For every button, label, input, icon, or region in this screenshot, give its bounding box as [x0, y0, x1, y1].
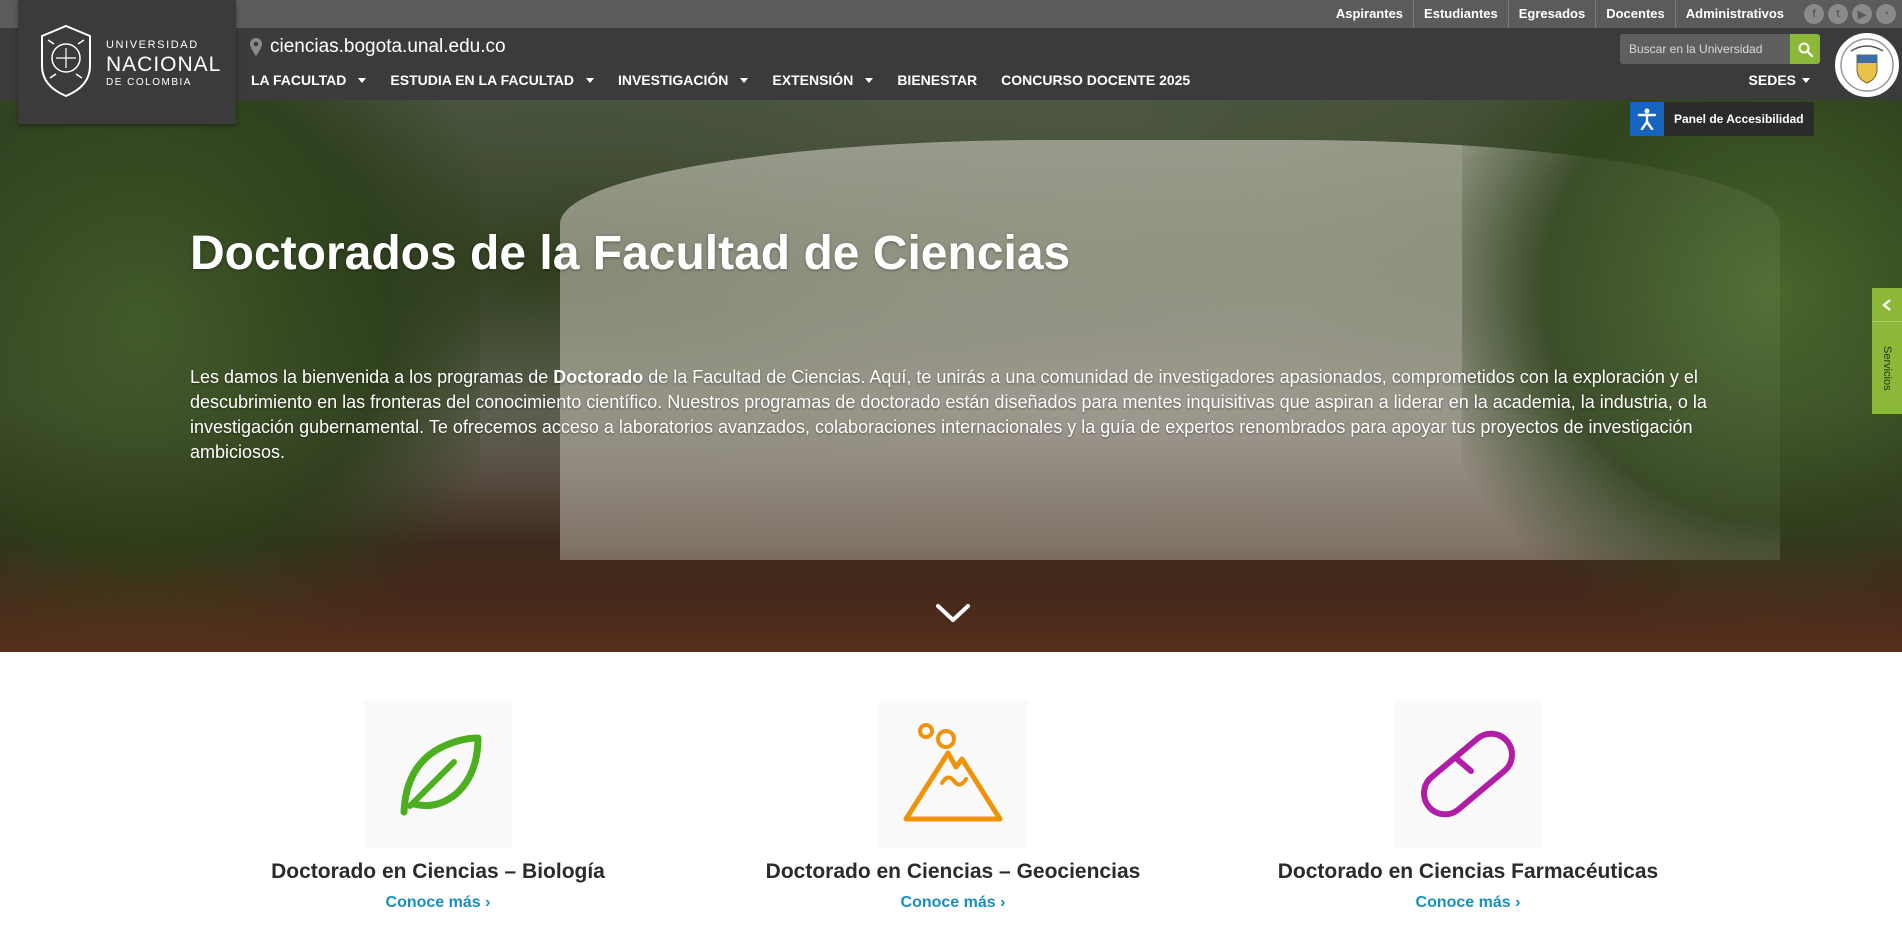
- rss-icon[interactable]: ◔: [1876, 4, 1896, 24]
- chevron-down-icon: [865, 77, 874, 83]
- nav-bienestar[interactable]: BIENESTAR: [897, 72, 977, 88]
- hero-description: Les damos la bienvenida a los programas …: [190, 365, 1710, 465]
- search-icon: [1798, 42, 1813, 57]
- program-cards: Doctorado en Ciencias – Biología Conoce …: [0, 700, 1902, 940]
- link-docentes[interactable]: Docentes: [1595, 0, 1675, 28]
- logo-wordmark: UNIVERSIDAD NACIONAL DE COLOMBIA: [106, 40, 221, 88]
- top-utility-bar: Aspirantes Estudiantes Egresados Docente…: [0, 0, 1902, 28]
- program-card-farmaceuticas: Doctorado en Ciencias Farmacéuticas Cono…: [1258, 700, 1678, 912]
- program-card-geociencias: Doctorado en Ciencias – Geociencias Cono…: [743, 700, 1163, 912]
- hero-text-part: Les damos la bienvenida a los programas …: [190, 367, 554, 387]
- chevron-down-icon: [1802, 77, 1810, 83]
- servicios-label: Servicios: [1881, 345, 1893, 391]
- chevron-down-icon: [585, 77, 594, 83]
- nav-label: LA FACULTAD: [251, 72, 347, 88]
- program-card-biologia: Doctorado en Ciencias – Biología Conoce …: [228, 700, 648, 912]
- logo-line1: UNIVERSIDAD: [106, 39, 199, 51]
- program-link[interactable]: Conoce más ›: [1416, 894, 1521, 912]
- program-icon-box: [1394, 700, 1542, 848]
- university-seal-icon: [41, 24, 91, 98]
- nav-estudia[interactable]: ESTUDIA EN LA FACULTAD: [390, 72, 594, 88]
- site-url-text: ciencias.bogota.unal.edu.co: [270, 36, 506, 57]
- nav-label: ESTUDIA EN LA FACULTAD: [390, 72, 574, 88]
- nav-investigacion[interactable]: INVESTIGACIÓN: [617, 72, 749, 88]
- accessibility-icon: [1630, 102, 1664, 136]
- youtube-icon[interactable]: ▶: [1852, 4, 1872, 24]
- sedes-dropdown[interactable]: SEDES: [1749, 72, 1810, 88]
- servicios-side-tab[interactable]: Servicios: [1872, 288, 1902, 414]
- program-link[interactable]: Conoce más ›: [386, 894, 491, 912]
- hero-floor: [0, 542, 1902, 652]
- nav-extension[interactable]: EXTENSIÓN: [772, 72, 874, 88]
- sedes-label: SEDES: [1748, 72, 1796, 88]
- link-administrativos[interactable]: Administrativos: [1674, 0, 1794, 28]
- program-title[interactable]: Doctorado en Ciencias – Biología: [228, 860, 648, 884]
- site-url[interactable]: ciencias.bogota.unal.edu.co: [250, 36, 506, 58]
- logo-line2: NACIONAL: [106, 53, 222, 76]
- chevron-down-icon[interactable]: [935, 602, 971, 624]
- volcano-icon: [903, 723, 1003, 822]
- accessibility-panel-button[interactable]: Panel de Accesibilidad: [1630, 102, 1814, 136]
- chevron-left-icon: [1872, 288, 1902, 322]
- pill-icon: [1421, 730, 1515, 818]
- social-links: f t ▶ ◔: [1804, 4, 1896, 24]
- audience-links: Aspirantes Estudiantes Egresados Docente…: [1326, 0, 1794, 28]
- hero-banner: Doctorados de la Facultad de Ciencias Le…: [0, 100, 1902, 652]
- search-input[interactable]: [1620, 34, 1790, 64]
- program-icon-box: [364, 700, 512, 848]
- logo-line3: DE COLOMBIA: [106, 77, 192, 88]
- program-title[interactable]: Doctorado en Ciencias – Geociencias: [743, 860, 1163, 884]
- nav-label: CONCURSO DOCENTE 2025: [1001, 72, 1191, 88]
- search-box: [1620, 34, 1820, 64]
- facebook-icon[interactable]: f: [1804, 4, 1824, 24]
- nav-label: BIENESTAR: [897, 72, 978, 88]
- program-link[interactable]: Conoce más ›: [901, 894, 1006, 912]
- nav-label: INVESTIGACIÓN: [617, 72, 729, 88]
- nav-la-facultad[interactable]: LA FACULTAD: [251, 72, 367, 88]
- colombia-coat-of-arms-icon[interactable]: [1832, 30, 1902, 100]
- search-button[interactable]: [1790, 34, 1820, 64]
- coat-of-arms-graphic: [1840, 38, 1894, 92]
- chevron-down-icon: [740, 77, 749, 83]
- hero-title: Doctorados de la Facultad de Ciencias: [190, 227, 1071, 280]
- program-icon-box: [879, 700, 1027, 848]
- link-aspirantes[interactable]: Aspirantes: [1326, 0, 1413, 28]
- chevron-down-icon: [358, 77, 367, 83]
- link-estudiantes[interactable]: Estudiantes: [1413, 0, 1508, 28]
- nav-label: EXTENSIÓN: [772, 72, 854, 88]
- hero-text-bold: Doctorado: [553, 367, 644, 387]
- nav-concurso-docente[interactable]: CONCURSO DOCENTE 2025: [1001, 72, 1190, 88]
- twitter-icon[interactable]: t: [1828, 4, 1848, 24]
- university-logo[interactable]: UNIVERSIDAD NACIONAL DE COLOMBIA: [18, 0, 236, 124]
- main-nav: LA FACULTAD ESTUDIA EN LA FACULTAD INVES…: [251, 72, 1214, 88]
- program-title[interactable]: Doctorado en Ciencias Farmacéuticas: [1258, 860, 1678, 884]
- link-egresados[interactable]: Egresados: [1507, 0, 1595, 28]
- leaf-icon: [400, 734, 482, 816]
- accessibility-label: Panel de Accesibilidad: [1674, 112, 1804, 126]
- location-pin-icon: [250, 38, 262, 56]
